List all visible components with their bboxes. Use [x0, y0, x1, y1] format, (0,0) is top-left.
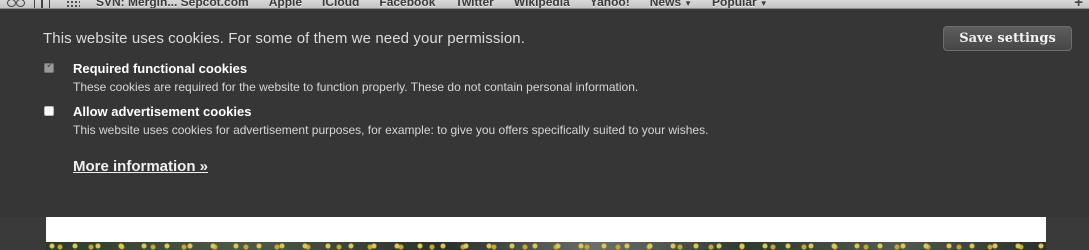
save-settings-button[interactable]: Save settings [943, 26, 1072, 51]
option-title: Required functional cookies [73, 61, 248, 76]
bookmark-folder-popular[interactable]: Popular ▼ [702, 0, 778, 9]
bookmark-folder-label: Popular [712, 0, 757, 9]
bookmark-item[interactable]: Yahoo! [580, 0, 640, 8]
option-description: This website uses cookies for advertisem… [73, 123, 709, 137]
bookmark-folder-news[interactable]: News ▼ [640, 0, 702, 9]
chevron-down-icon: ▼ [684, 0, 693, 8]
bookmark-item[interactable]: Facebook [369, 0, 445, 8]
top-sites-grid-icon[interactable] [66, 0, 80, 8]
page-background [0, 217, 1089, 250]
add-bookmark-icon[interactable]: + [1074, 0, 1083, 8]
bookmark-item[interactable]: Wikipedia [504, 0, 580, 8]
page-content [46, 217, 1046, 250]
cookie-banner: This website uses cookies. For some of t… [0, 10, 1089, 217]
bookmark-item[interactable]: iCloud [312, 0, 369, 8]
bookmark-item[interactable]: SVN: Mergin... Sepcot.com [90, 0, 259, 8]
checkmark-icon: ✓ [46, 60, 55, 71]
bookmark-folder-label: News [649, 0, 682, 9]
chevron-down-icon: ▼ [759, 0, 768, 8]
option-description: These cookies are required for the websi… [73, 80, 639, 94]
bookmarks-bar: SVN: Mergin... Sepcot.com Apple iCloud F… [0, 0, 1089, 9]
cookie-banner-heading: This website uses cookies. For some of t… [43, 30, 526, 47]
header-photo [46, 242, 1046, 250]
option-title: Allow advertisement cookies [73, 104, 252, 119]
reader-icon[interactable] [6, 0, 26, 8]
book-icon[interactable] [32, 0, 52, 8]
bookmark-item[interactable]: Apple [259, 0, 312, 8]
bookmark-item[interactable]: Twitter [445, 0, 503, 8]
more-information-link[interactable]: More information » [73, 158, 208, 175]
functional-cookies-checkbox: ✓ [44, 60, 55, 73]
advertisement-cookies-checkbox[interactable] [44, 106, 54, 116]
